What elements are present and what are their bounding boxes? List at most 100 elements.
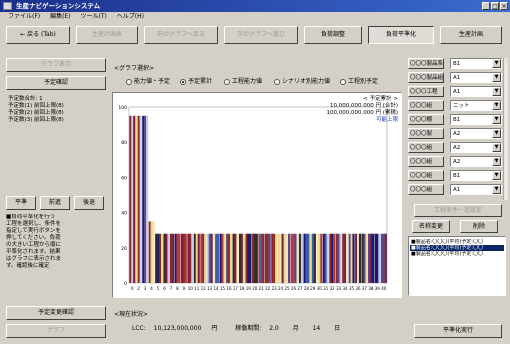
bar[interactable] bbox=[355, 233, 362, 283]
menu-help[interactable]: ヘルプ(H) bbox=[117, 13, 144, 20]
chevron-down-icon[interactable]: ▼ bbox=[492, 185, 501, 194]
graph-display-button[interactable]: グラフ表示 bbox=[6, 58, 106, 72]
execute-leveling-button[interactable]: 平準化実行 bbox=[414, 324, 502, 338]
bar[interactable] bbox=[284, 233, 291, 283]
chevron-down-icon[interactable]: ▼ bbox=[492, 59, 501, 68]
menu-file[interactable]: ファイル(F) bbox=[8, 13, 40, 20]
forward-button[interactable]: 前進 bbox=[40, 196, 70, 210]
bar[interactable] bbox=[148, 221, 155, 283]
process-label[interactable]: 〇〇〇製品組 bbox=[408, 72, 444, 83]
minimize-button[interactable]: _ bbox=[482, 2, 490, 10]
bar[interactable] bbox=[142, 115, 149, 283]
production-plan-button[interactable]: 生産計画 bbox=[440, 26, 502, 44]
chevron-down-icon[interactable]: ▼ bbox=[492, 73, 501, 82]
bar[interactable] bbox=[290, 233, 297, 283]
process-label[interactable]: 〇〇〇組 bbox=[408, 100, 444, 111]
bar[interactable] bbox=[187, 233, 194, 283]
batch-settings-button[interactable]: 工程条件一括設定 bbox=[414, 204, 502, 217]
menu-tools[interactable]: ツール(T) bbox=[80, 13, 106, 20]
chevron-down-icon[interactable]: ▼ bbox=[492, 157, 501, 166]
process-select[interactable]: B1 ▼ bbox=[450, 170, 502, 181]
chevron-down-icon[interactable]: ▼ bbox=[492, 129, 501, 138]
process-select[interactable]: B1 ▼ bbox=[450, 114, 502, 125]
bar[interactable] bbox=[316, 233, 323, 283]
process-label[interactable]: 〇〇〇棚 bbox=[408, 114, 444, 125]
close-button[interactable]: × bbox=[500, 2, 508, 10]
chevron-down-icon[interactable]: ▼ bbox=[492, 143, 501, 152]
level-button[interactable]: 平準 bbox=[6, 196, 36, 210]
chevron-down-icon[interactable]: ▼ bbox=[492, 115, 501, 124]
bar[interactable] bbox=[193, 233, 200, 283]
process-select[interactable]: A2 ▼ bbox=[450, 142, 502, 153]
process-label[interactable]: 〇〇〇組 bbox=[408, 156, 444, 167]
bar[interactable] bbox=[219, 233, 226, 283]
bar[interactable] bbox=[342, 233, 349, 283]
bar[interactable] bbox=[245, 233, 252, 283]
chevron-down-icon[interactable]: ▼ bbox=[492, 171, 501, 180]
rename-button[interactable]: 名称変更 bbox=[412, 220, 450, 233]
load-leveling-button[interactable]: 負荷平準化 bbox=[368, 26, 434, 44]
bar[interactable] bbox=[348, 233, 355, 283]
process-select[interactable]: A1 ▼ bbox=[450, 86, 502, 97]
process-select[interactable]: A1 ▼ bbox=[450, 72, 502, 83]
process-select[interactable]: A2 ▼ bbox=[450, 128, 502, 139]
bar[interactable] bbox=[135, 115, 142, 283]
process-label[interactable]: 〇〇〇工程 bbox=[408, 86, 444, 97]
graph-button[interactable]: グラフ bbox=[6, 324, 106, 338]
bar[interactable] bbox=[335, 233, 342, 283]
bar[interactable] bbox=[168, 233, 175, 283]
maximize-button[interactable]: □ bbox=[491, 2, 499, 10]
radio-plan-cumulative[interactable]: 予定累計 bbox=[180, 76, 212, 85]
bar[interactable] bbox=[226, 233, 233, 283]
process-label[interactable]: 〇〇〇組 bbox=[408, 184, 444, 195]
radio-scenario-capacity[interactable]: シナリオ別能力値 bbox=[274, 76, 330, 85]
process-list-scrollbar[interactable] bbox=[503, 58, 508, 200]
bar[interactable] bbox=[271, 233, 278, 283]
bar[interactable] bbox=[361, 233, 368, 283]
chevron-down-icon[interactable]: ▼ bbox=[492, 87, 501, 96]
bar[interactable] bbox=[251, 233, 258, 283]
bar[interactable] bbox=[367, 233, 374, 283]
result-listbox[interactable]: ■製品名:〇〇〇(平均)予定:〇〇 ■製品名:〇〇〇(平均)予定:〇〇 ■製品名… bbox=[408, 236, 506, 296]
process-label[interactable]: 〇〇〇製品系 bbox=[408, 58, 444, 69]
production-schedule-button[interactable]: 生産計画表 bbox=[76, 26, 138, 44]
bar[interactable] bbox=[303, 233, 310, 283]
bar[interactable] bbox=[161, 233, 168, 283]
bar[interactable] bbox=[174, 233, 181, 283]
bar[interactable] bbox=[277, 233, 284, 283]
bar[interactable] bbox=[206, 233, 213, 283]
bar[interactable] bbox=[309, 233, 316, 283]
process-select[interactable]: ニット ▼ bbox=[450, 100, 502, 111]
backward-button[interactable]: 後退 bbox=[74, 196, 104, 210]
radio-process-capacity[interactable]: 工程能力値 bbox=[224, 76, 262, 85]
back-button[interactable]: ← 戻る (Tab) bbox=[6, 26, 70, 44]
bar[interactable] bbox=[374, 233, 381, 283]
process-select[interactable]: B1 ▼ bbox=[450, 58, 502, 69]
process-label[interactable]: 〇〇〇組 bbox=[408, 142, 444, 153]
load-adjust-button[interactable]: 負荷調整 bbox=[304, 26, 362, 44]
process-select[interactable]: A2 ▼ bbox=[450, 156, 502, 167]
bar[interactable] bbox=[180, 233, 187, 283]
bar[interactable] bbox=[155, 233, 162, 283]
radio-process-plan[interactable]: 工程別予定 bbox=[340, 76, 378, 85]
bar[interactable] bbox=[258, 233, 265, 283]
delete-button[interactable]: 削除 bbox=[460, 220, 498, 233]
bar[interactable] bbox=[322, 233, 329, 283]
bar[interactable] bbox=[200, 233, 207, 283]
process-label[interactable]: 〇〇〇組 bbox=[408, 170, 444, 181]
bar[interactable] bbox=[129, 115, 136, 283]
plan-check-button[interactable]: 予定確認 bbox=[6, 76, 106, 90]
bar[interactable] bbox=[238, 233, 245, 283]
menu-edit[interactable]: 編集(E) bbox=[50, 13, 70, 20]
list-item[interactable]: ■製品名:〇〇〇(平均)予定:〇〇 bbox=[410, 251, 504, 257]
bar[interactable] bbox=[213, 233, 220, 283]
bar[interactable] bbox=[380, 233, 387, 283]
plan-change-confirm-button[interactable]: 予定変更確認 bbox=[6, 306, 106, 320]
radio-capacity-plan[interactable]: 能力値・予定 bbox=[126, 76, 170, 85]
prev-graph-button[interactable]: 前のグラフへ戻る bbox=[144, 26, 218, 44]
bar[interactable] bbox=[329, 233, 336, 283]
bar[interactable] bbox=[232, 233, 239, 283]
process-label[interactable]: 〇〇〇製 bbox=[408, 128, 444, 139]
chevron-down-icon[interactable]: ▼ bbox=[492, 101, 501, 110]
process-select[interactable]: A1 ▼ bbox=[450, 184, 502, 195]
